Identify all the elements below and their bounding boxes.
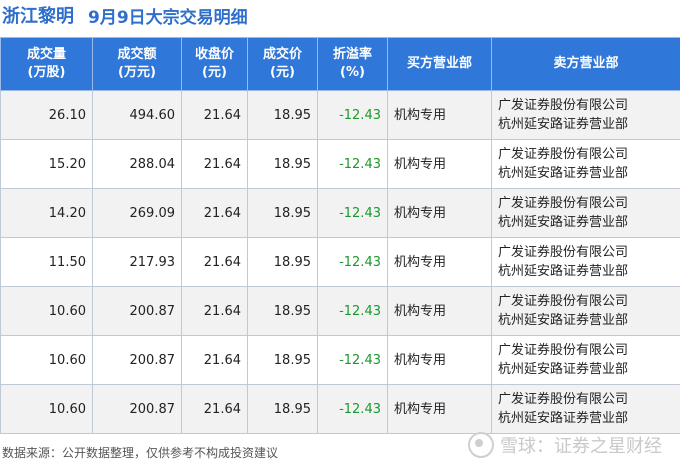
table-header-row: 成交量 (万股) 成交额 (万元) 收盘价 (元) 成交价 (元) 折溢率 (%) 买方营…	[0, 37, 680, 91]
cell-premium-rate: -12.43	[317, 90, 388, 140]
stock-name: 浙江黎明	[2, 6, 74, 27]
cell-seller: 广发证券股份有限公司 杭州延安路证券营业部	[491, 139, 680, 189]
cell-amount: 200.87	[92, 335, 182, 385]
cell-deal-price: 18.95	[247, 237, 318, 287]
cell-amount: 269.09	[92, 188, 182, 238]
cell-premium-rate: -12.43	[317, 384, 388, 434]
cell-volume: 10.60	[0, 384, 93, 434]
cell-close-price: 21.64	[181, 335, 248, 385]
column-header-seller[interactable]: 卖方营业部	[491, 37, 680, 91]
cell-seller: 广发证券股份有限公司 杭州延安路证券营业部	[491, 188, 680, 238]
column-header-buyer[interactable]: 买方营业部	[387, 37, 492, 91]
cell-deal-price: 18.95	[247, 384, 318, 434]
cell-close-price: 21.64	[181, 139, 248, 189]
cell-volume: 15.20	[0, 139, 93, 189]
table-row[interactable]: 11.50 217.93 21.64 18.95 -12.43 机构专用 广发证…	[0, 237, 680, 287]
cell-close-price: 21.64	[181, 286, 248, 336]
cell-volume: 10.60	[0, 335, 93, 385]
brand-watermark: 雪球：证券之星财经	[468, 432, 662, 458]
data-source-note: 数据来源：公开数据整理，仅供参考不构成投资建议	[2, 446, 279, 460]
cell-buyer: 机构专用	[387, 90, 492, 140]
cell-buyer: 机构专用	[387, 286, 492, 336]
cell-seller: 广发证券股份有限公司 杭州延安路证券营业部	[491, 335, 680, 385]
cell-close-price: 21.64	[181, 237, 248, 287]
cell-premium-rate: -12.43	[317, 237, 388, 287]
cell-deal-price: 18.95	[247, 286, 318, 336]
cell-deal-price: 18.95	[247, 139, 318, 189]
cell-buyer: 机构专用	[387, 335, 492, 385]
cell-buyer: 机构专用	[387, 188, 492, 238]
cell-amount: 494.60	[92, 90, 182, 140]
cell-deal-price: 18.95	[247, 188, 318, 238]
cell-amount: 217.93	[92, 237, 182, 287]
cell-close-price: 21.64	[181, 90, 248, 140]
cell-amount: 200.87	[92, 286, 182, 336]
cell-volume: 10.60	[0, 286, 93, 336]
cell-seller: 广发证券股份有限公司 杭州延安路证券营业部	[491, 90, 680, 140]
brand-label: 雪球：证券之星财经	[500, 436, 662, 457]
page-title: 9月9日大宗交易明细	[88, 7, 248, 28]
cell-seller: 广发证券股份有限公司 杭州延安路证券营业部	[491, 237, 680, 287]
cell-volume: 11.50	[0, 237, 93, 287]
column-header-volume[interactable]: 成交量 (万股)	[0, 37, 93, 91]
table-row[interactable]: 10.60 200.87 21.64 18.95 -12.43 机构专用 广发证…	[0, 286, 680, 336]
table-row[interactable]: 10.60 200.87 21.64 18.95 -12.43 机构专用 广发证…	[0, 384, 680, 434]
cell-seller: 广发证券股份有限公司 杭州延安路证券营业部	[491, 286, 680, 336]
cell-premium-rate: -12.43	[317, 286, 388, 336]
column-header-premium-rate[interactable]: 折溢率 (%)	[317, 37, 388, 91]
cell-close-price: 21.64	[181, 188, 248, 238]
table-row[interactable]: 10.60 200.87 21.64 18.95 -12.43 机构专用 广发证…	[0, 335, 680, 385]
table-row[interactable]: 26.10 494.60 21.64 18.95 -12.43 机构专用 广发证…	[0, 90, 680, 140]
cell-close-price: 21.64	[181, 384, 248, 434]
cell-buyer: 机构专用	[387, 139, 492, 189]
cell-buyer: 机构专用	[387, 237, 492, 287]
snowball-logo-icon	[468, 432, 494, 458]
title-bar: 浙江黎明 9月9日大宗交易明细	[0, 0, 680, 30]
column-header-close-price[interactable]: 收盘价 (元)	[181, 37, 248, 91]
table-row[interactable]: 14.20 269.09 21.64 18.95 -12.43 机构专用 广发证…	[0, 188, 680, 238]
block-trade-table: 成交量 (万股) 成交额 (万元) 收盘价 (元) 成交价 (元) 折溢率 (%) 买方营…	[0, 37, 680, 434]
cell-amount: 200.87	[92, 384, 182, 434]
cell-deal-price: 18.95	[247, 90, 318, 140]
cell-premium-rate: -12.43	[317, 335, 388, 385]
cell-deal-price: 18.95	[247, 335, 318, 385]
cell-premium-rate: -12.43	[317, 188, 388, 238]
cell-buyer: 机构专用	[387, 384, 492, 434]
cell-seller: 广发证券股份有限公司 杭州延安路证券营业部	[491, 384, 680, 434]
cell-amount: 288.04	[92, 139, 182, 189]
cell-volume: 14.20	[0, 188, 93, 238]
cell-volume: 26.10	[0, 90, 93, 140]
cell-premium-rate: -12.43	[317, 139, 388, 189]
column-header-amount[interactable]: 成交额 (万元)	[92, 37, 182, 91]
table-row[interactable]: 15.20 288.04 21.64 18.95 -12.43 机构专用 广发证…	[0, 139, 680, 189]
column-header-deal-price[interactable]: 成交价 (元)	[247, 37, 318, 91]
